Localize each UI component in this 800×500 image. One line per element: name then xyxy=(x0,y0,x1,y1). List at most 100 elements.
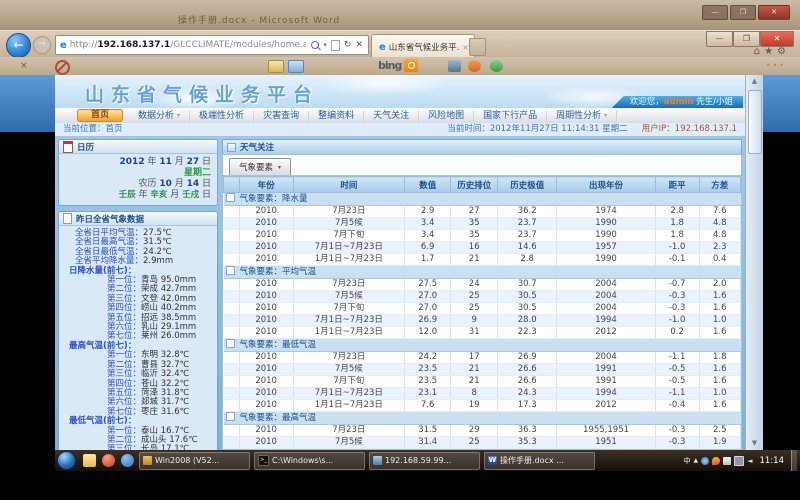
bg-minimize-button[interactable]: — xyxy=(702,5,728,20)
messenger-tray-icon[interactable] xyxy=(701,457,709,465)
checkbox[interactable] xyxy=(226,193,235,202)
nav-item-5[interactable]: 天气关注 xyxy=(364,111,419,121)
cell: 2004 xyxy=(557,303,655,315)
cell: 1.6 xyxy=(699,303,740,315)
browser-tab[interactable]: e 山东省气候业务平... × xyxy=(371,34,475,59)
back-button[interactable]: ← xyxy=(6,33,31,58)
close-pane-icon[interactable]: × xyxy=(20,61,28,71)
nav-item-3[interactable]: 灾害查询 xyxy=(254,111,309,121)
nav-item-7[interactable]: 国家下行产品 xyxy=(474,111,547,121)
scroll-down-icon[interactable]: ▼ xyxy=(746,437,763,450)
cell: 1月1日~7月23日 xyxy=(293,254,404,266)
address-bar[interactable]: e http://192.168.137.1/GLCCLIMATE/module… xyxy=(55,35,369,55)
nav-item-8[interactable]: 周期性分析▾ xyxy=(547,111,617,121)
cell: 2.8 xyxy=(497,254,556,266)
action-center-icon[interactable] xyxy=(723,457,731,465)
nav-item-6[interactable]: 风险地图 xyxy=(419,111,474,121)
compatibility-icon[interactable] xyxy=(331,40,340,51)
table-row: 20101月1日~7月23日7.61917.32012-0.41.6 xyxy=(224,400,741,412)
table-row: 20107月1日~7月23日26.9928.01994-1.01.0 xyxy=(224,315,741,327)
cell: 7月23日 xyxy=(293,352,404,364)
yesterday-data-panel: 昨日全省气象数据 全省日平均气温：27.5℃全省日最高气温：31.5℃全省日最低… xyxy=(58,211,218,450)
cell: 2004 xyxy=(557,279,655,291)
cell: 4.8 xyxy=(699,218,740,230)
paw-icon[interactable] xyxy=(468,60,481,72)
close-button[interactable]: ✕ xyxy=(760,31,794,47)
cell: 2012 xyxy=(557,400,655,412)
column-header: 时间 xyxy=(293,177,404,193)
overflow-menu-icon[interactable]: ••• xyxy=(766,61,786,70)
cell: 2004 xyxy=(557,352,655,364)
content-area: 日历 2012 年 11 月 27 日 星期二 农历 10 月 14 日 壬辰 … xyxy=(55,136,745,450)
nav-item-0[interactable]: 首页 xyxy=(77,109,123,122)
yesterday-panel-title: 昨日全省气象数据 xyxy=(76,213,144,225)
cell: 7月1日~7月23日 xyxy=(293,315,404,327)
favorites-star-icon[interactable]: ★ xyxy=(764,46,777,57)
taskbar-button[interactable]: 192.168.59.99... xyxy=(369,452,480,470)
explorer-icon[interactable] xyxy=(83,454,96,467)
bing-search[interactable]: bing xyxy=(378,59,418,72)
status-bar: 当前位置：首页 当前时间：2012年11月27日 11:14:31 星期二用户I… xyxy=(55,123,745,136)
browser-commandbar: × bing ••• xyxy=(0,57,800,75)
scroll-up-icon[interactable]: ▲ xyxy=(746,75,763,88)
settings-gear-icon[interactable]: ⚙ xyxy=(777,46,790,57)
cell: 31.5 xyxy=(404,425,451,437)
home-icon[interactable]: ⌂ xyxy=(754,46,764,57)
cell: 2010 xyxy=(239,206,293,218)
section-label: 气象要素：降水量 xyxy=(240,194,308,204)
media-player-icon[interactable] xyxy=(102,454,115,467)
maximize-button[interactable]: ❐ xyxy=(733,31,760,47)
language-indicator[interactable]: 中 xyxy=(683,456,690,466)
nav-item-4[interactable]: 整编资料 xyxy=(309,111,364,121)
network-icon[interactable] xyxy=(734,456,744,466)
cell: 2010 xyxy=(239,315,293,327)
cell: 0.2 xyxy=(655,327,699,339)
table-row: 20107月下旬23.52126.61991-0.51.6 xyxy=(224,376,741,388)
checkbox[interactable] xyxy=(226,412,235,421)
search-icon[interactable] xyxy=(311,41,319,49)
volume-icon[interactable]: ◄ xyxy=(747,457,752,465)
scrollbar[interactable]: ▲ ▼ xyxy=(745,75,763,450)
minimize-button[interactable]: — xyxy=(706,31,733,47)
message-icon[interactable] xyxy=(288,60,304,73)
taskbar-button[interactable]: W操作手册.docx ... xyxy=(484,452,595,470)
url-text: http://192.168.137.1/GLCCLIMATE/modules/… xyxy=(70,40,307,50)
hidden-icons-chevron[interactable]: ▲ xyxy=(693,457,698,464)
cell: -0.4 xyxy=(655,400,699,412)
cell: 7月5候 xyxy=(293,364,404,376)
system-tray: 中 ▲ ◄ 11:14 xyxy=(683,450,800,471)
table-row: 20107月下旬3.43523.719901.84.8 xyxy=(224,230,741,242)
refresh-icon[interactable]: ↻ xyxy=(344,40,352,50)
new-tab-button[interactable] xyxy=(469,38,486,56)
nav-item-1[interactable]: 数据分析▾ xyxy=(129,111,190,121)
globe-icon[interactable] xyxy=(490,60,503,72)
chevron-down-icon[interactable]: ▾ xyxy=(323,41,327,49)
ie-taskbar-icon[interactable] xyxy=(121,454,134,467)
checkbox[interactable] xyxy=(226,266,235,275)
bing-search-icon[interactable] xyxy=(404,59,418,72)
table-row: 20107月23日24.21726.92004-1.11.8 xyxy=(224,352,741,364)
input-method-tray-icon[interactable] xyxy=(712,457,720,465)
taskbar-clock[interactable]: 11:14 xyxy=(760,456,785,466)
bg-maximize-button[interactable]: ❐ xyxy=(730,5,756,20)
forward-button[interactable]: → xyxy=(33,36,51,54)
camera-icon[interactable] xyxy=(448,60,461,72)
cell: 2010 xyxy=(239,218,293,230)
calendar-date: 2012 年 11 月 27 日 xyxy=(65,157,211,168)
checkbox[interactable] xyxy=(226,339,235,348)
show-desktop-button[interactable] xyxy=(791,450,797,471)
cell: 1月1日~7月23日 xyxy=(293,400,404,412)
taskbar-button[interactable]: Win2008 (V52... xyxy=(139,452,250,470)
table-row: 20107月5候27.02530.52004-0.31.6 xyxy=(224,291,741,303)
start-button[interactable] xyxy=(57,451,76,470)
cell: -0.3 xyxy=(655,291,699,303)
mail-icon[interactable] xyxy=(268,60,284,73)
cell: 2010 xyxy=(239,364,293,376)
element-filter-button[interactable]: 气象要素▾ xyxy=(229,158,291,175)
bg-close-button[interactable]: ✕ xyxy=(758,5,790,20)
nav-item-2[interactable]: 极端性分析 xyxy=(190,111,254,121)
cell: 19 xyxy=(451,400,498,412)
scrollbar-thumb[interactable] xyxy=(748,90,762,154)
stop-icon[interactable]: ✕ xyxy=(355,40,363,50)
taskbar-button[interactable]: >_C:\Windows\s... xyxy=(254,452,365,470)
